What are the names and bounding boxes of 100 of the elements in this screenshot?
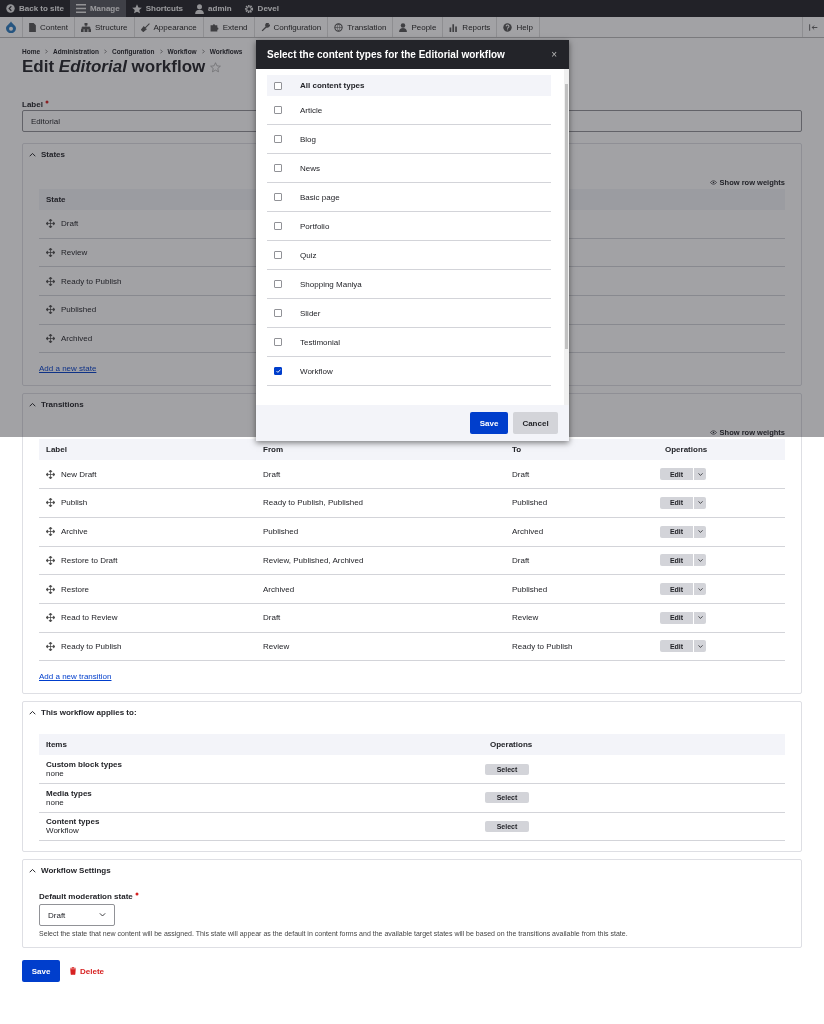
admin-menu-item[interactable]: Translation — [328, 17, 394, 37]
chevron-down-icon — [99, 913, 106, 918]
close-button[interactable]: × — [551, 49, 557, 60]
checkbox[interactable] — [274, 367, 282, 375]
admin-menu-item[interactable]: Help — [497, 17, 540, 37]
checkbox[interactable] — [274, 135, 282, 143]
checkbox[interactable] — [274, 338, 282, 346]
field-label: Label — [22, 100, 43, 109]
section-title[interactable]: States — [41, 149, 65, 159]
add-transition-link[interactable]: Add a new transition — [39, 672, 112, 682]
content-type-label: Workflow — [300, 366, 333, 376]
admin-menu-item[interactable]: People — [393, 17, 444, 37]
drag-handle-icon[interactable] — [46, 555, 55, 565]
breadcrumb-separator-icon — [45, 48, 49, 54]
breadcrumb-separator-icon — [103, 48, 107, 54]
state-name: Draft — [61, 219, 79, 229]
drag-handle-icon[interactable] — [46, 641, 55, 651]
item-value: Workflow — [46, 826, 79, 836]
drag-handle-icon[interactable] — [46, 276, 55, 286]
state-name: Archived — [61, 334, 93, 344]
brush-icon — [140, 22, 150, 32]
document-icon — [29, 22, 36, 32]
field-label: Default moderation state — [39, 892, 133, 902]
add-state-link[interactable]: Add a new state — [39, 364, 97, 374]
collapse-sidebar-icon[interactable] — [809, 23, 818, 31]
drag-handle-icon[interactable] — [46, 498, 55, 508]
gear-icon — [243, 3, 254, 14]
state-name: Published — [61, 305, 97, 315]
menu-icon — [75, 4, 86, 13]
column-header: Operations — [664, 445, 708, 455]
section-title[interactable]: Transitions — [41, 399, 84, 409]
globe-icon — [334, 22, 344, 32]
drag-handle-icon[interactable] — [46, 527, 55, 537]
caret-icon[interactable] — [697, 530, 703, 534]
admin-menu-item[interactable]: Content — [23, 17, 76, 37]
item-value: none — [46, 797, 64, 807]
cancel-button[interactable]: Cancel — [513, 412, 558, 434]
checkbox[interactable] — [274, 309, 282, 317]
content-type-label: Slider — [300, 308, 321, 318]
drag-handle-icon[interactable] — [46, 584, 55, 594]
section-title[interactable]: Workflow Settings — [41, 865, 111, 875]
admin-menu-item[interactable]: Structure — [75, 17, 135, 37]
checkbox[interactable] — [274, 164, 282, 172]
drag-handle-icon[interactable] — [46, 248, 55, 258]
item-name: Content types — [46, 817, 101, 827]
checkbox[interactable] — [274, 106, 282, 114]
bar-chart-icon — [449, 22, 459, 32]
checkbox[interactable] — [274, 280, 282, 288]
scrollbar[interactable] — [564, 69, 569, 405]
caret-icon[interactable] — [697, 644, 703, 648]
puzzle-icon — [209, 22, 219, 32]
admin-menu-item[interactable]: Configuration — [254, 17, 329, 37]
column-header: Operations — [489, 740, 533, 750]
drag-handle-icon[interactable] — [46, 334, 55, 344]
save-button[interactable]: Save — [470, 412, 508, 434]
wrench-icon — [260, 22, 270, 32]
section-title[interactable]: This workflow applies to: — [41, 707, 137, 717]
caret-icon[interactable] — [697, 558, 703, 562]
toolbar-item[interactable]: Devel — [237, 0, 285, 17]
column-header: Label — [45, 445, 67, 455]
drop-logo-icon[interactable] — [6, 21, 16, 33]
to-state: Draft — [512, 555, 530, 565]
caret-icon[interactable] — [697, 472, 703, 476]
content-type-label: Basic page — [300, 192, 340, 202]
person-icon — [195, 3, 205, 14]
admin-menu-item[interactable]: Reports — [443, 17, 498, 37]
admin-menu-item[interactable]: Appearance — [134, 17, 204, 37]
checkbox[interactable] — [274, 193, 282, 201]
drag-handle-icon[interactable] — [46, 219, 55, 229]
back-arrow-icon — [6, 4, 15, 13]
help-icon — [503, 22, 513, 32]
transition-label: Publish — [61, 498, 88, 508]
caret-icon[interactable] — [697, 501, 703, 505]
column-header: State — [45, 195, 66, 204]
content-type-label: News — [300, 163, 320, 173]
eye-icon — [709, 429, 717, 435]
save-button[interactable]: Save — [22, 960, 60, 983]
moderation-state-dropdown[interactable]: Draft — [39, 904, 115, 927]
caret-icon[interactable] — [697, 616, 703, 620]
state-name: Review — [61, 248, 88, 258]
toolbar-item[interactable]: Manage — [69, 0, 126, 17]
content-type-label: Testimonial — [300, 337, 340, 347]
checkbox[interactable] — [274, 81, 282, 90]
toolbar-item[interactable]: Back to site — [0, 0, 70, 17]
from-states: Draft — [263, 469, 281, 479]
star-outline-icon[interactable] — [210, 61, 222, 73]
toolbar-item[interactable]: admin — [189, 0, 238, 17]
delete-link[interactable]: Delete — [70, 966, 104, 976]
caret-icon[interactable] — [697, 587, 703, 591]
drag-handle-icon[interactable] — [46, 305, 55, 315]
transition-label: New Draft — [61, 469, 97, 479]
item-name: Custom block types — [46, 760, 123, 770]
drag-handle-icon[interactable] — [46, 469, 55, 479]
checkbox[interactable] — [274, 251, 282, 259]
drag-handle-icon[interactable] — [46, 613, 55, 623]
to-state: Published — [512, 584, 548, 594]
admin-menu-item[interactable]: Extend — [203, 17, 255, 37]
checkbox[interactable] — [274, 222, 282, 230]
breadcrumb-separator-icon — [201, 48, 205, 54]
transition-label: Read to Review — [61, 613, 118, 623]
